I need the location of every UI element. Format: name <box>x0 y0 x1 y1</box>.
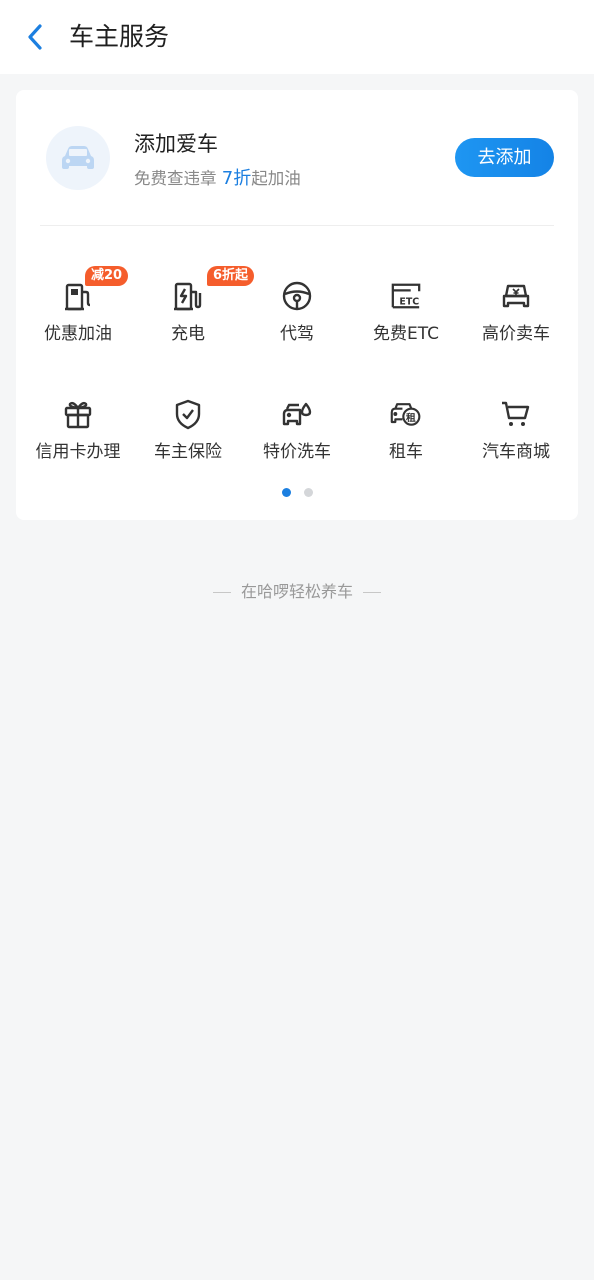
gift-icon <box>62 398 94 430</box>
subtitle-suffix: 起加油 <box>251 169 301 188</box>
shield-check-icon <box>172 398 204 430</box>
service-etc[interactable]: ETC 免费ETC <box>351 276 461 372</box>
service-sell-car[interactable]: 高价卖车 <box>461 276 571 372</box>
back-button[interactable] <box>18 20 52 54</box>
sell-car-icon <box>500 280 532 312</box>
steering-wheel-icon <box>281 280 313 312</box>
svg-text:ETC: ETC <box>399 296 419 307</box>
service-driver[interactable]: 代驾 <box>242 276 352 372</box>
shopping-cart-icon <box>500 398 532 430</box>
page-title: 车主服务 <box>69 22 170 51</box>
service-label: 高价卖车 <box>482 324 550 344</box>
service-insurance[interactable]: 车主保险 <box>133 394 243 490</box>
service-car-wash[interactable]: 特价洗车 <box>242 394 352 490</box>
page-dot[interactable] <box>304 488 313 497</box>
slogan-text: 在哈啰轻松养车 <box>240 582 353 601</box>
divider-line <box>363 592 381 593</box>
service-label: 汽车商城 <box>482 442 550 462</box>
discount-badge: 减20 <box>85 266 129 286</box>
etc-card-icon: ETC <box>390 280 422 312</box>
service-charging[interactable]: 6折起 充电 <box>133 266 255 372</box>
subtitle-prefix: 免费查违章 <box>134 169 222 188</box>
service-credit-card[interactable]: 信用卡办理 <box>23 394 133 490</box>
service-fuel[interactable]: 减20 优惠加油 <box>23 266 133 372</box>
add-car-subtitle: 免费查违章 7折起加油 <box>134 167 301 191</box>
car-icon <box>61 145 95 171</box>
svg-text:租: 租 <box>406 411 416 424</box>
top-bar: 车主服务 <box>0 0 594 74</box>
service-mall[interactable]: 汽车商城 <box>461 394 571 490</box>
car-rental-icon: 租 <box>390 398 422 430</box>
service-car-rental[interactable]: 租 租车 <box>351 394 461 490</box>
charging-station-icon <box>172 280 204 312</box>
service-card: 添加爱车 免费查违章 7折起加油 去添加 减20 优惠加油 6折起 充电 代驾 … <box>16 90 578 520</box>
page-indicator <box>16 488 578 498</box>
discount-highlight: 7折 <box>221 168 252 189</box>
add-car-title: 添加爱车 <box>134 132 218 156</box>
page-dot-active[interactable] <box>282 488 291 497</box>
car-avatar[interactable] <box>46 126 110 190</box>
car-wash-icon <box>281 398 313 430</box>
divider-line <box>212 592 231 593</box>
footer-slogan: 在哈啰轻松养车 <box>0 580 594 604</box>
divider <box>40 225 554 226</box>
chevron-left-icon <box>25 23 45 51</box>
add-car-button[interactable]: 去添加 <box>455 138 554 177</box>
